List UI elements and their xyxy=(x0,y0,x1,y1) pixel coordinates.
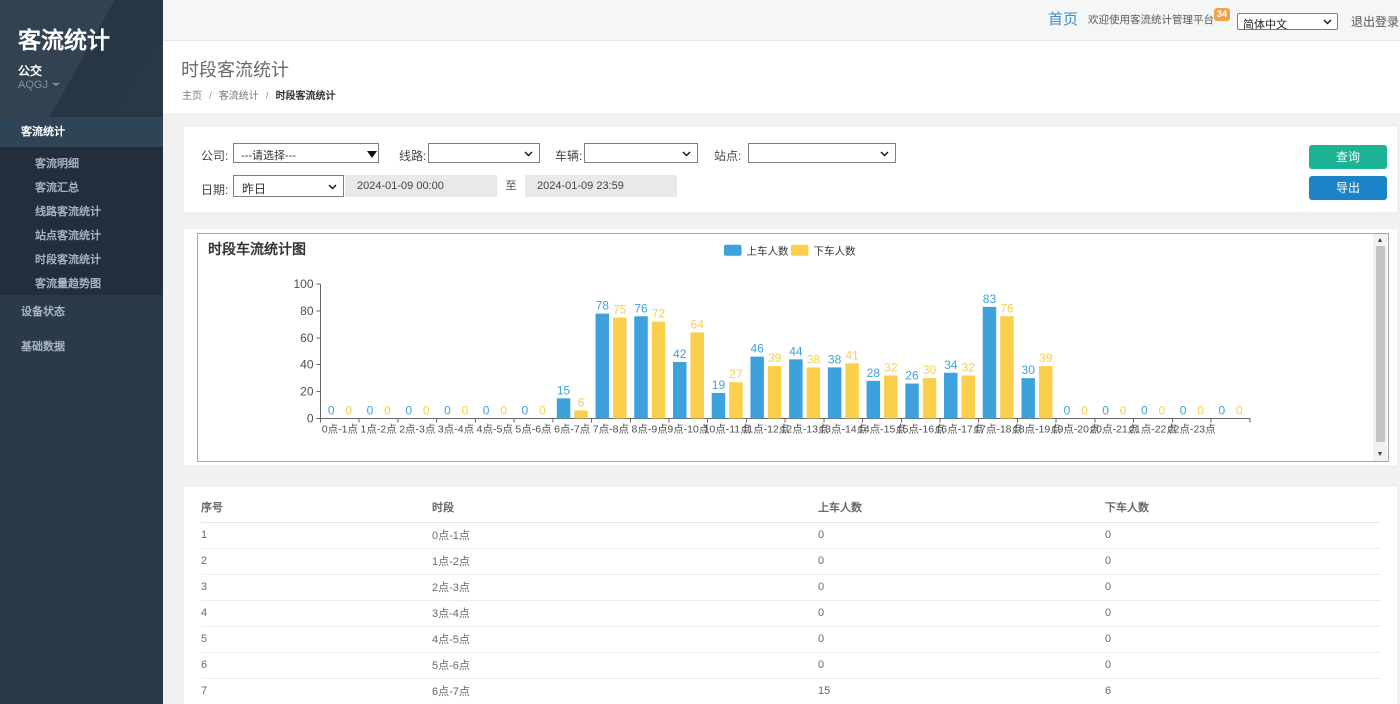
svg-text:0: 0 xyxy=(1141,404,1148,418)
svg-text:0: 0 xyxy=(345,404,352,418)
svg-text:22点-23点: 22点-23点 xyxy=(1168,424,1216,436)
svg-text:2点-3点: 2点-3点 xyxy=(399,424,435,436)
svg-text:0: 0 xyxy=(1102,404,1109,418)
svg-text:6: 6 xyxy=(578,395,585,409)
svg-text:0点-1点: 0点-1点 xyxy=(322,424,358,436)
svg-text:19: 19 xyxy=(712,378,726,392)
svg-text:30: 30 xyxy=(1022,363,1036,377)
svg-text:0: 0 xyxy=(444,404,451,418)
svg-text:76: 76 xyxy=(634,301,648,315)
svg-text:1点-2点: 1点-2点 xyxy=(360,424,396,436)
svg-text:0: 0 xyxy=(483,404,490,418)
svg-text:44: 44 xyxy=(789,344,803,358)
svg-text:15: 15 xyxy=(557,383,571,397)
svg-text:0: 0 xyxy=(307,412,314,426)
svg-text:0: 0 xyxy=(462,404,469,418)
svg-text:7点-8点: 7点-8点 xyxy=(593,424,629,436)
svg-text:41: 41 xyxy=(845,348,859,362)
svg-text:64: 64 xyxy=(691,317,705,331)
svg-text:0: 0 xyxy=(328,404,335,418)
svg-text:30: 30 xyxy=(923,363,937,377)
svg-text:上车人数: 上车人数 xyxy=(747,245,789,258)
svg-text:42: 42 xyxy=(673,347,687,361)
svg-text:32: 32 xyxy=(884,360,898,374)
svg-text:3点-4点: 3点-4点 xyxy=(438,424,474,436)
svg-text:39: 39 xyxy=(768,351,782,365)
svg-text:34: 34 xyxy=(944,358,958,372)
svg-text:39: 39 xyxy=(1039,351,1053,365)
svg-text:0: 0 xyxy=(1064,404,1071,418)
svg-text:6点-7点: 6点-7点 xyxy=(554,424,590,436)
svg-text:28: 28 xyxy=(867,366,881,380)
svg-text:0: 0 xyxy=(1159,404,1166,418)
svg-text:0: 0 xyxy=(1120,404,1127,418)
svg-text:72: 72 xyxy=(652,307,666,321)
svg-text:40: 40 xyxy=(300,358,314,372)
svg-text:100: 100 xyxy=(293,277,313,291)
svg-text:0: 0 xyxy=(522,404,529,418)
svg-text:4点-5点: 4点-5点 xyxy=(477,424,513,436)
svg-text:76: 76 xyxy=(1000,301,1014,315)
svg-text:75: 75 xyxy=(613,303,627,317)
svg-text:0: 0 xyxy=(1180,404,1187,418)
svg-text:0: 0 xyxy=(1081,404,1088,418)
svg-text:5点-6点: 5点-6点 xyxy=(515,424,551,436)
svg-text:下车人数: 下车人数 xyxy=(814,245,856,258)
svg-text:60: 60 xyxy=(300,331,314,345)
svg-text:38: 38 xyxy=(828,352,842,366)
svg-text:0: 0 xyxy=(1197,404,1204,418)
svg-text:26: 26 xyxy=(905,369,919,383)
svg-text:20: 20 xyxy=(300,385,314,399)
svg-text:8点-9点: 8点-9点 xyxy=(632,424,668,436)
svg-text:0: 0 xyxy=(1236,404,1243,418)
svg-text:38: 38 xyxy=(807,352,821,366)
svg-text:0: 0 xyxy=(405,404,412,418)
svg-text:0: 0 xyxy=(1218,404,1225,418)
svg-text:83: 83 xyxy=(983,292,997,306)
svg-text:80: 80 xyxy=(300,304,314,318)
svg-text:0: 0 xyxy=(500,404,507,418)
svg-text:0: 0 xyxy=(423,404,430,418)
svg-text:0: 0 xyxy=(367,404,374,418)
svg-text:0: 0 xyxy=(384,404,391,418)
svg-text:46: 46 xyxy=(750,342,764,356)
svg-text:27: 27 xyxy=(729,367,743,381)
svg-text:0: 0 xyxy=(539,404,546,418)
svg-text:78: 78 xyxy=(596,299,610,313)
svg-text:32: 32 xyxy=(962,360,976,374)
